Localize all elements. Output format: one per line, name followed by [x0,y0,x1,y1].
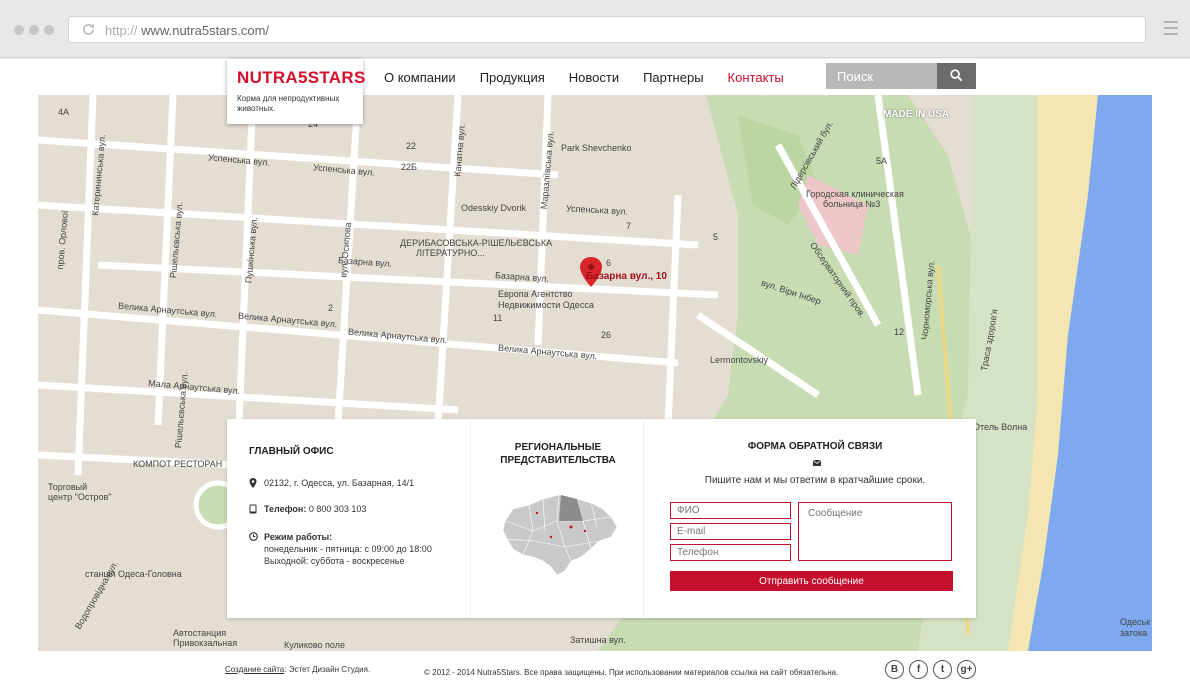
number-label: 12 [894,327,905,337]
place-label: Автостанция [173,628,227,638]
window-controls [14,25,54,35]
facebook-icon[interactable]: f [909,660,928,679]
url-protocol: http:// [105,23,138,38]
envelope-icon [813,460,821,466]
number-label: 2 [328,303,334,313]
place-label: центр "Остров" [48,492,112,502]
feedback-form: ФОРМА ОБРАТНОЙ СВЯЗИ Пишите нам и мы отв… [670,419,960,618]
address-bar[interactable]: http:// www.nutra5stars.com/ [68,16,1146,43]
number-label: 5 [713,232,719,242]
place-label: Городская клиническая [806,189,904,199]
browser-chrome: http:// www.nutra5stars.com/ [0,0,1190,58]
main-office: ГЛАВНЫЙ ОФИС 02132, г. Одесса, ул. Базар… [249,446,459,566]
clock-icon [249,532,258,542]
place-label: Европа Агентство [498,289,573,299]
region-title: РЕГИОНАЛЬНЫЕ ПРЕДСТАВИТЕЛЬСТВА [471,441,645,467]
phone-label: Телефон: [264,504,307,514]
main-nav: О компании Продукция Новости Партнеры Ко… [384,70,808,85]
map-pin-label: Базарна вул., 10 [586,271,667,282]
address-text: 02132, г. Одесса, ул. Базарная, 14/1 [264,478,415,488]
search-icon [950,69,963,82]
logo[interactable]: NUTRA5STARS [237,68,365,88]
footer-copyright: © 2012 - 2014 Nutra5Stars. Все права защ… [424,668,839,677]
number-label: 22 [406,141,417,151]
nav-news[interactable]: Новости [569,70,619,85]
url-host: www.nutra5stars.com/ [141,23,270,38]
nav-products[interactable]: Продукция [480,70,545,85]
feedback-title: ФОРМА ОБРАТНОЙ СВЯЗИ [747,441,883,452]
place-label: Привокзальная [173,638,238,648]
hours-weekend: Выходной: суббота - воскресенье [264,556,405,566]
street-label: Куликово поле [284,640,345,650]
office-hours: Режим работы: понедельник - пятница: с 0… [249,531,459,571]
phone-icon [249,504,258,514]
office-address: 02132, г. Одесса, ул. Базарная, 14/1 [249,477,459,491]
location-icon [249,478,258,488]
feedback-subtitle: Пишите нам и мы ответим в кратчайшие сро… [704,475,926,486]
vk-icon[interactable]: B [885,660,904,679]
number-label: 5A [876,156,888,166]
region-title-line: ПРЕДСТАВИТЕЛЬСТВА [500,455,616,466]
place-label: Одеськ [1120,617,1151,627]
number-label: 11 [493,313,503,323]
window-dot[interactable] [44,25,54,35]
street-label: Затишна вул. [570,635,626,645]
ukraine-map-icon[interactable] [499,491,623,579]
google-plus-icon[interactable]: g+ [957,660,976,679]
menu-icon[interactable] [1164,21,1178,39]
number-label: 6 [606,258,612,268]
window-dot[interactable] [14,25,24,35]
contact-card: ГЛАВНЫЙ ОФИС 02132, г. Одесса, ул. Базар… [227,419,976,618]
office-title: ГЛАВНЫЙ ОФИС [249,446,334,457]
footer-credit: Создание сайта: Эстет Дизайн Студия. [225,665,370,674]
number-label: 7 [626,221,632,231]
place-label: ЛІТЕРАТУРНО... [416,248,485,258]
regional-offices: РЕГИОНАЛЬНЫЕ ПРЕДСТАВИТЕЛЬСТВА [470,419,644,618]
nav-active-caret [757,90,769,96]
name-field[interactable] [670,502,791,519]
place-label: Lermontovskiy [710,355,769,365]
submit-button[interactable]: Отправить сообщение [670,571,953,591]
message-field[interactable] [798,502,952,561]
window-dot[interactable] [29,25,39,35]
url-text[interactable]: http:// www.nutra5stars.com/ [105,23,269,38]
phone-field[interactable] [670,544,791,561]
email-field[interactable] [670,523,791,540]
nav-partners[interactable]: Партнеры [643,70,703,85]
credit-link[interactable]: Создание сайта [225,665,284,674]
hours-label: Режим работы: [264,532,333,542]
place-label: больница №3 [823,199,881,209]
number-label: 26 [601,330,612,340]
place-label: Отель Волна [973,422,1028,432]
search-input[interactable] [826,63,937,89]
place-label: Odesskiy Dvorik [461,203,527,213]
hours-weekdays: понедельник - пятница: с 09:00 до 18:00 [264,544,432,554]
place-label: ДЕРИБАСОВСЬКА-РІШЕЛЬЄВСЬКА [400,238,553,248]
place-label: КОМПОТ РЕСТОРАН [133,459,223,469]
place-label: станція Одеса-Головна [85,569,182,579]
credit-text: : Эстет Дизайн Студия. [284,665,371,674]
number-label: 22Б [401,162,417,172]
nav-contacts[interactable]: Контакты [728,70,784,85]
page: NUTRA5STARS Корма для непродуктивных жив… [0,59,1190,689]
search-box [826,63,976,89]
tagline-line: Корма для непродуктивных [237,94,340,103]
logo-card[interactable]: NUTRA5STARS Корма для непродуктивных жив… [227,59,365,124]
office-phone: Телефон: 0 800 303 103 [249,503,459,517]
twitter-icon[interactable]: t [933,660,952,679]
search-button[interactable] [937,63,976,89]
place-label: Недвижимости Одесса [498,300,594,310]
phone-number[interactable]: 0 800 303 103 [309,504,367,514]
reload-icon[interactable] [81,22,96,37]
made-in-usa-badge: MADE IN USA [883,109,950,120]
tagline: Корма для непродуктивных животных. [237,94,353,114]
place-label: Торговый [48,482,88,492]
nav-about[interactable]: О компании [384,70,456,85]
region-title-line: РЕГИОНАЛЬНЫЕ [514,442,602,453]
tagline-line: животных. [237,104,276,113]
place-label: затока [1120,628,1148,638]
number-label: 4A [58,107,70,117]
place-label: Park Shevchenko [561,143,632,153]
social-links: B f t g+ [885,660,976,679]
